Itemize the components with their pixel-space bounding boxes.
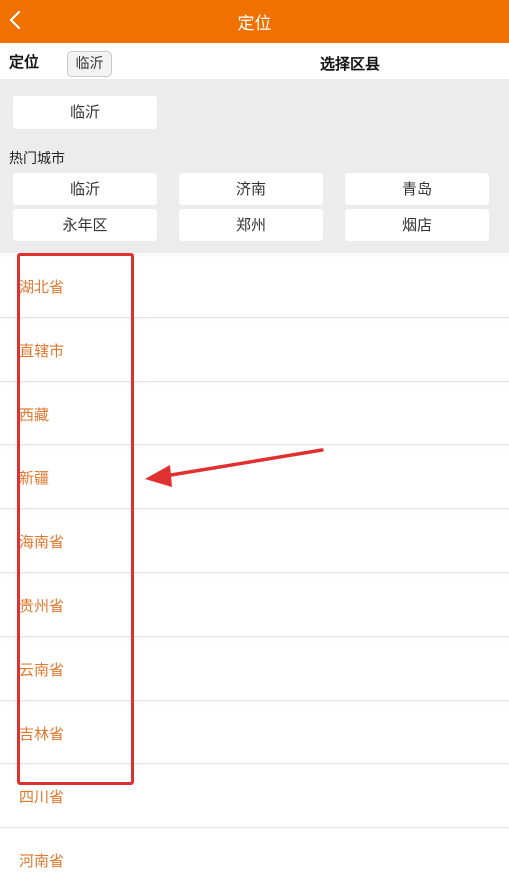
- select-district-button[interactable]: 选择区县: [320, 53, 380, 74]
- province-item[interactable]: 云南省: [0, 636, 509, 701]
- hot-city-button[interactable]: 郑州: [179, 209, 323, 241]
- location-bar: 定位 临沂 选择区县: [0, 43, 509, 79]
- province-item[interactable]: 湖北省: [0, 254, 509, 318]
- province-label: 新疆: [19, 469, 50, 488]
- province-label: 贵州省: [19, 596, 65, 615]
- hot-city-button[interactable]: 永年区: [13, 209, 157, 241]
- location-label: 定位: [9, 53, 40, 71]
- province-label: 西藏: [19, 405, 50, 424]
- province-label: 海南省: [19, 533, 65, 552]
- hot-city-button[interactable]: 青岛: [345, 173, 489, 205]
- province-item[interactable]: 直辖市: [0, 317, 509, 382]
- province-label: 河南省: [19, 852, 65, 871]
- province-label: 云南省: [19, 660, 65, 679]
- province-label: 湖北省: [19, 278, 65, 296]
- hot-city-button[interactable]: 烟店: [345, 209, 489, 241]
- province-item[interactable]: 海南省: [0, 509, 509, 573]
- page-title: 定位: [237, 14, 272, 34]
- province-item[interactable]: 西藏: [0, 381, 509, 446]
- hot-city-button[interactable]: 济南: [179, 173, 323, 205]
- province-item[interactable]: 贵州省: [0, 572, 509, 637]
- current-city-button[interactable]: 临沂: [13, 96, 157, 129]
- province-label: 四川省: [19, 788, 65, 807]
- province-item[interactable]: 新疆: [0, 445, 509, 510]
- province-item[interactable]: 吉林省: [0, 700, 509, 765]
- city-panel: 临沂 热门城市 临沂 济南 青岛 永年区 郑州 烟店: [0, 79, 509, 253]
- province-item[interactable]: 四川省: [0, 764, 509, 829]
- province-label: 吉林省: [19, 724, 65, 743]
- province-label: 直辖市: [19, 341, 65, 360]
- province-item[interactable]: 河南省: [0, 828, 509, 891]
- province-list: 湖北省 直辖市 西藏 新疆 海南省 贵州省 云南省 吉林省 四川省 河南省: [0, 254, 509, 891]
- top-app-bar: 定位: [0, 0, 509, 43]
- hot-cities-title: 热门城市: [9, 151, 65, 167]
- hot-city-button[interactable]: 临沂: [13, 173, 157, 205]
- current-city-chip[interactable]: 临沂: [67, 51, 112, 77]
